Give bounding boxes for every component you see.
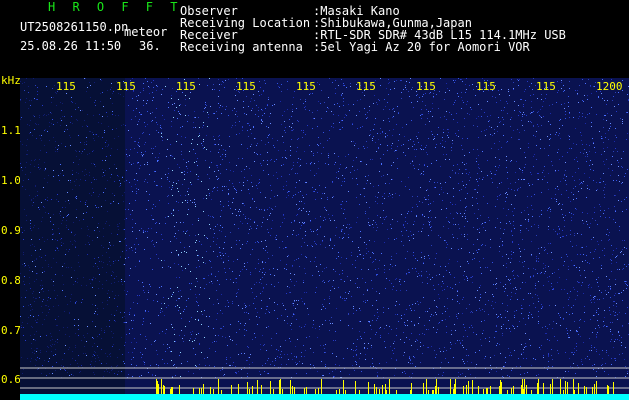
signal-level-strip: [20, 394, 629, 400]
antenna-label: Receiving antenna: [180, 40, 303, 54]
y-tick-label: 0.8: [1, 274, 21, 287]
y-tick-label: 1.1: [1, 124, 21, 137]
y-tick-label: 0.6: [1, 373, 21, 386]
x-tick-label: 115: [476, 80, 496, 93]
y-tick-label: 1.0: [1, 174, 21, 187]
x-tick-label: 1200: [596, 80, 623, 93]
capture-number: 36.: [139, 39, 161, 53]
x-tick-label: 115: [236, 80, 256, 93]
spectrogram-svg: [20, 78, 629, 400]
x-tick-label: 115: [416, 80, 436, 93]
x-tick-label: 115: [176, 80, 196, 93]
y-tick-label: 0.9: [1, 224, 21, 237]
app-title: H R O F F T: [48, 0, 183, 14]
file-name: UT2508261150.pn: [20, 20, 129, 34]
x-tick-label: 115: [356, 80, 376, 93]
y-tick-label: 0.7: [1, 324, 21, 337]
x-tick-label: 115: [56, 80, 76, 93]
x-tick-label: 115: [536, 80, 556, 93]
x-tick-label: 115: [296, 80, 316, 93]
capture-datetime: 25.08.26 11:50: [20, 39, 122, 53]
antenna-value: :5el Yagi Az 20 for Aomori VOR: [313, 40, 530, 54]
event-tag: meteor: [124, 25, 168, 39]
x-tick-label: 115: [116, 80, 136, 93]
spectrogram-plot: [20, 78, 629, 400]
y-axis-unit: kHz: [1, 74, 21, 87]
header-panel: H R O F F T UT2508261150.pn meteor 25.08…: [0, 0, 629, 78]
